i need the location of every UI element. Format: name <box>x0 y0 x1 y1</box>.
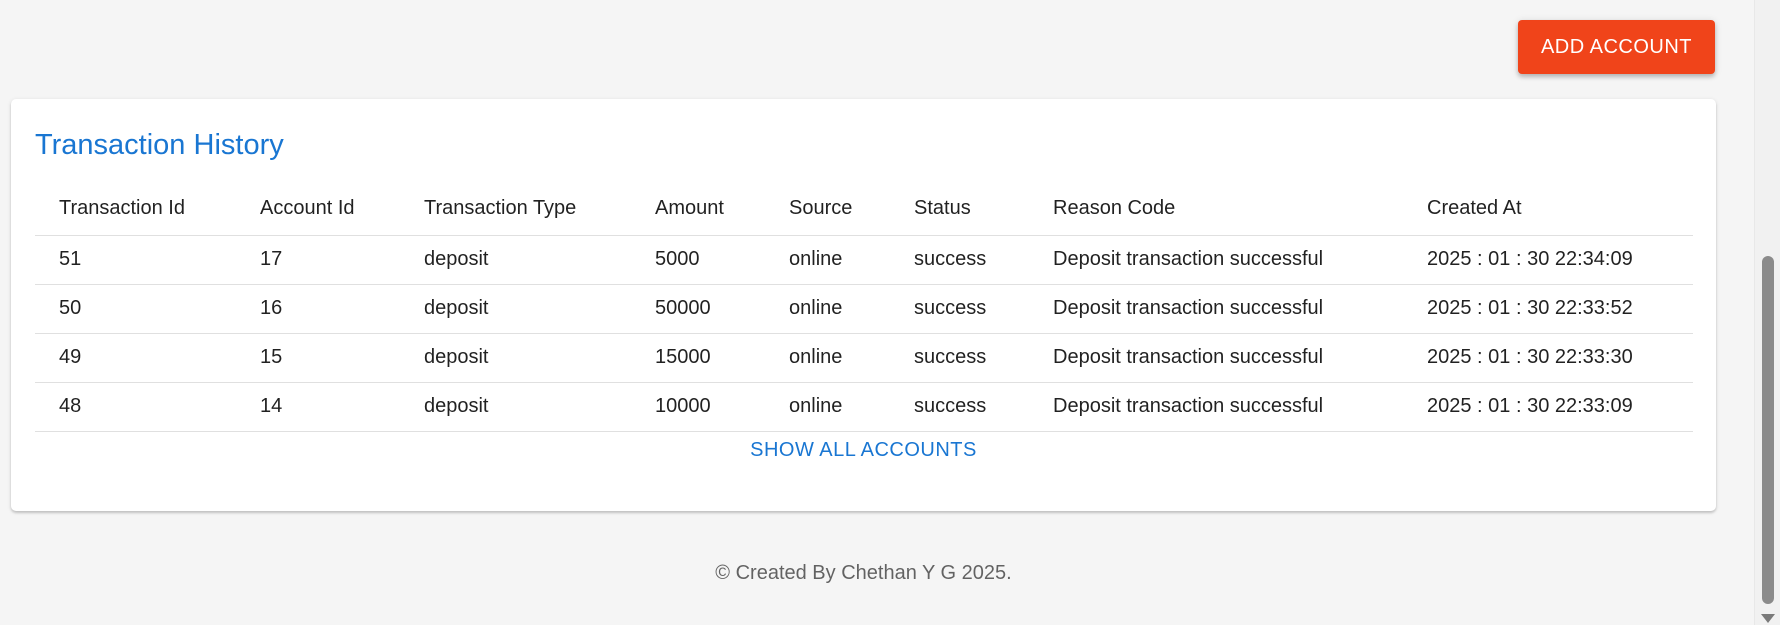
cell-account-id: 14 <box>236 382 400 432</box>
cell-source: online <box>765 284 890 334</box>
footer-copyright: © Created By Chethan Y G 2025. <box>715 562 1012 584</box>
cell-status: success <box>890 235 1029 285</box>
cell-created-at: 2025 : 01 : 30 22:34:09 <box>1403 235 1693 285</box>
column-header-status: Status <box>890 182 1029 236</box>
cell-source: online <box>765 333 890 383</box>
cell-amount: 50000 <box>631 284 765 334</box>
cell-amount: 5000 <box>631 235 765 285</box>
cell-account-id: 16 <box>236 284 400 334</box>
transaction-table: Transaction Id Account Id Transaction Ty… <box>35 182 1693 432</box>
cell-created-at: 2025 : 01 : 30 22:33:52 <box>1403 284 1693 334</box>
cell-reason-code: Deposit transaction successful <box>1029 235 1403 285</box>
cell-account-id: 15 <box>236 333 400 383</box>
cell-amount: 10000 <box>631 382 765 432</box>
column-header-amount: Amount <box>631 182 765 236</box>
cell-transaction-id: 50 <box>35 284 236 334</box>
cell-status: success <box>890 333 1029 383</box>
cell-transaction-type: deposit <box>400 333 631 383</box>
cell-status: success <box>890 382 1029 432</box>
cell-transaction-type: deposit <box>400 235 631 285</box>
table-row: 49 15 deposit 15000 online success Depos… <box>35 333 1693 383</box>
cell-transaction-type: deposit <box>400 284 631 334</box>
cell-transaction-id: 51 <box>35 235 236 285</box>
table-row: 51 17 deposit 5000 online success Deposi… <box>35 235 1693 285</box>
transaction-history-card: Transaction History Transaction Id Accou… <box>11 99 1716 511</box>
card-title: Transaction History <box>35 129 284 161</box>
column-header-created-at: Created At <box>1403 182 1693 236</box>
show-all-accounts-button[interactable]: SHOW ALL ACCOUNTS <box>11 439 1716 462</box>
cell-reason-code: Deposit transaction successful <box>1029 382 1403 432</box>
cell-transaction-id: 49 <box>35 333 236 383</box>
cell-transaction-type: deposit <box>400 382 631 432</box>
cell-source: online <box>765 382 890 432</box>
table-row: 48 14 deposit 10000 online success Depos… <box>35 382 1693 432</box>
cell-status: success <box>890 284 1029 334</box>
cell-reason-code: Deposit transaction successful <box>1029 284 1403 334</box>
vertical-scrollbar[interactable] <box>1754 0 1780 625</box>
column-header-reason-code: Reason Code <box>1029 182 1403 236</box>
table-row: 50 16 deposit 50000 online success Depos… <box>35 284 1693 334</box>
cell-source: online <box>765 235 890 285</box>
column-header-source: Source <box>765 182 890 236</box>
cell-created-at: 2025 : 01 : 30 22:33:30 <box>1403 333 1693 383</box>
cell-transaction-id: 48 <box>35 382 236 432</box>
table-header-row: Transaction Id Account Id Transaction Ty… <box>35 182 1693 236</box>
scroll-down-arrow-icon[interactable] <box>1761 614 1775 623</box>
cell-created-at: 2025 : 01 : 30 22:33:09 <box>1403 382 1693 432</box>
cell-amount: 15000 <box>631 333 765 383</box>
page: ADD ACCOUNT Transaction History Transact… <box>0 0 1780 625</box>
column-header-transaction-type: Transaction Type <box>400 182 631 236</box>
add-account-button[interactable]: ADD ACCOUNT <box>1518 20 1715 74</box>
cell-reason-code: Deposit transaction successful <box>1029 333 1403 383</box>
cell-account-id: 17 <box>236 235 400 285</box>
column-header-transaction-id: Transaction Id <box>35 182 236 236</box>
scrollbar-thumb[interactable] <box>1762 256 1774 604</box>
column-header-account-id: Account Id <box>236 182 400 236</box>
